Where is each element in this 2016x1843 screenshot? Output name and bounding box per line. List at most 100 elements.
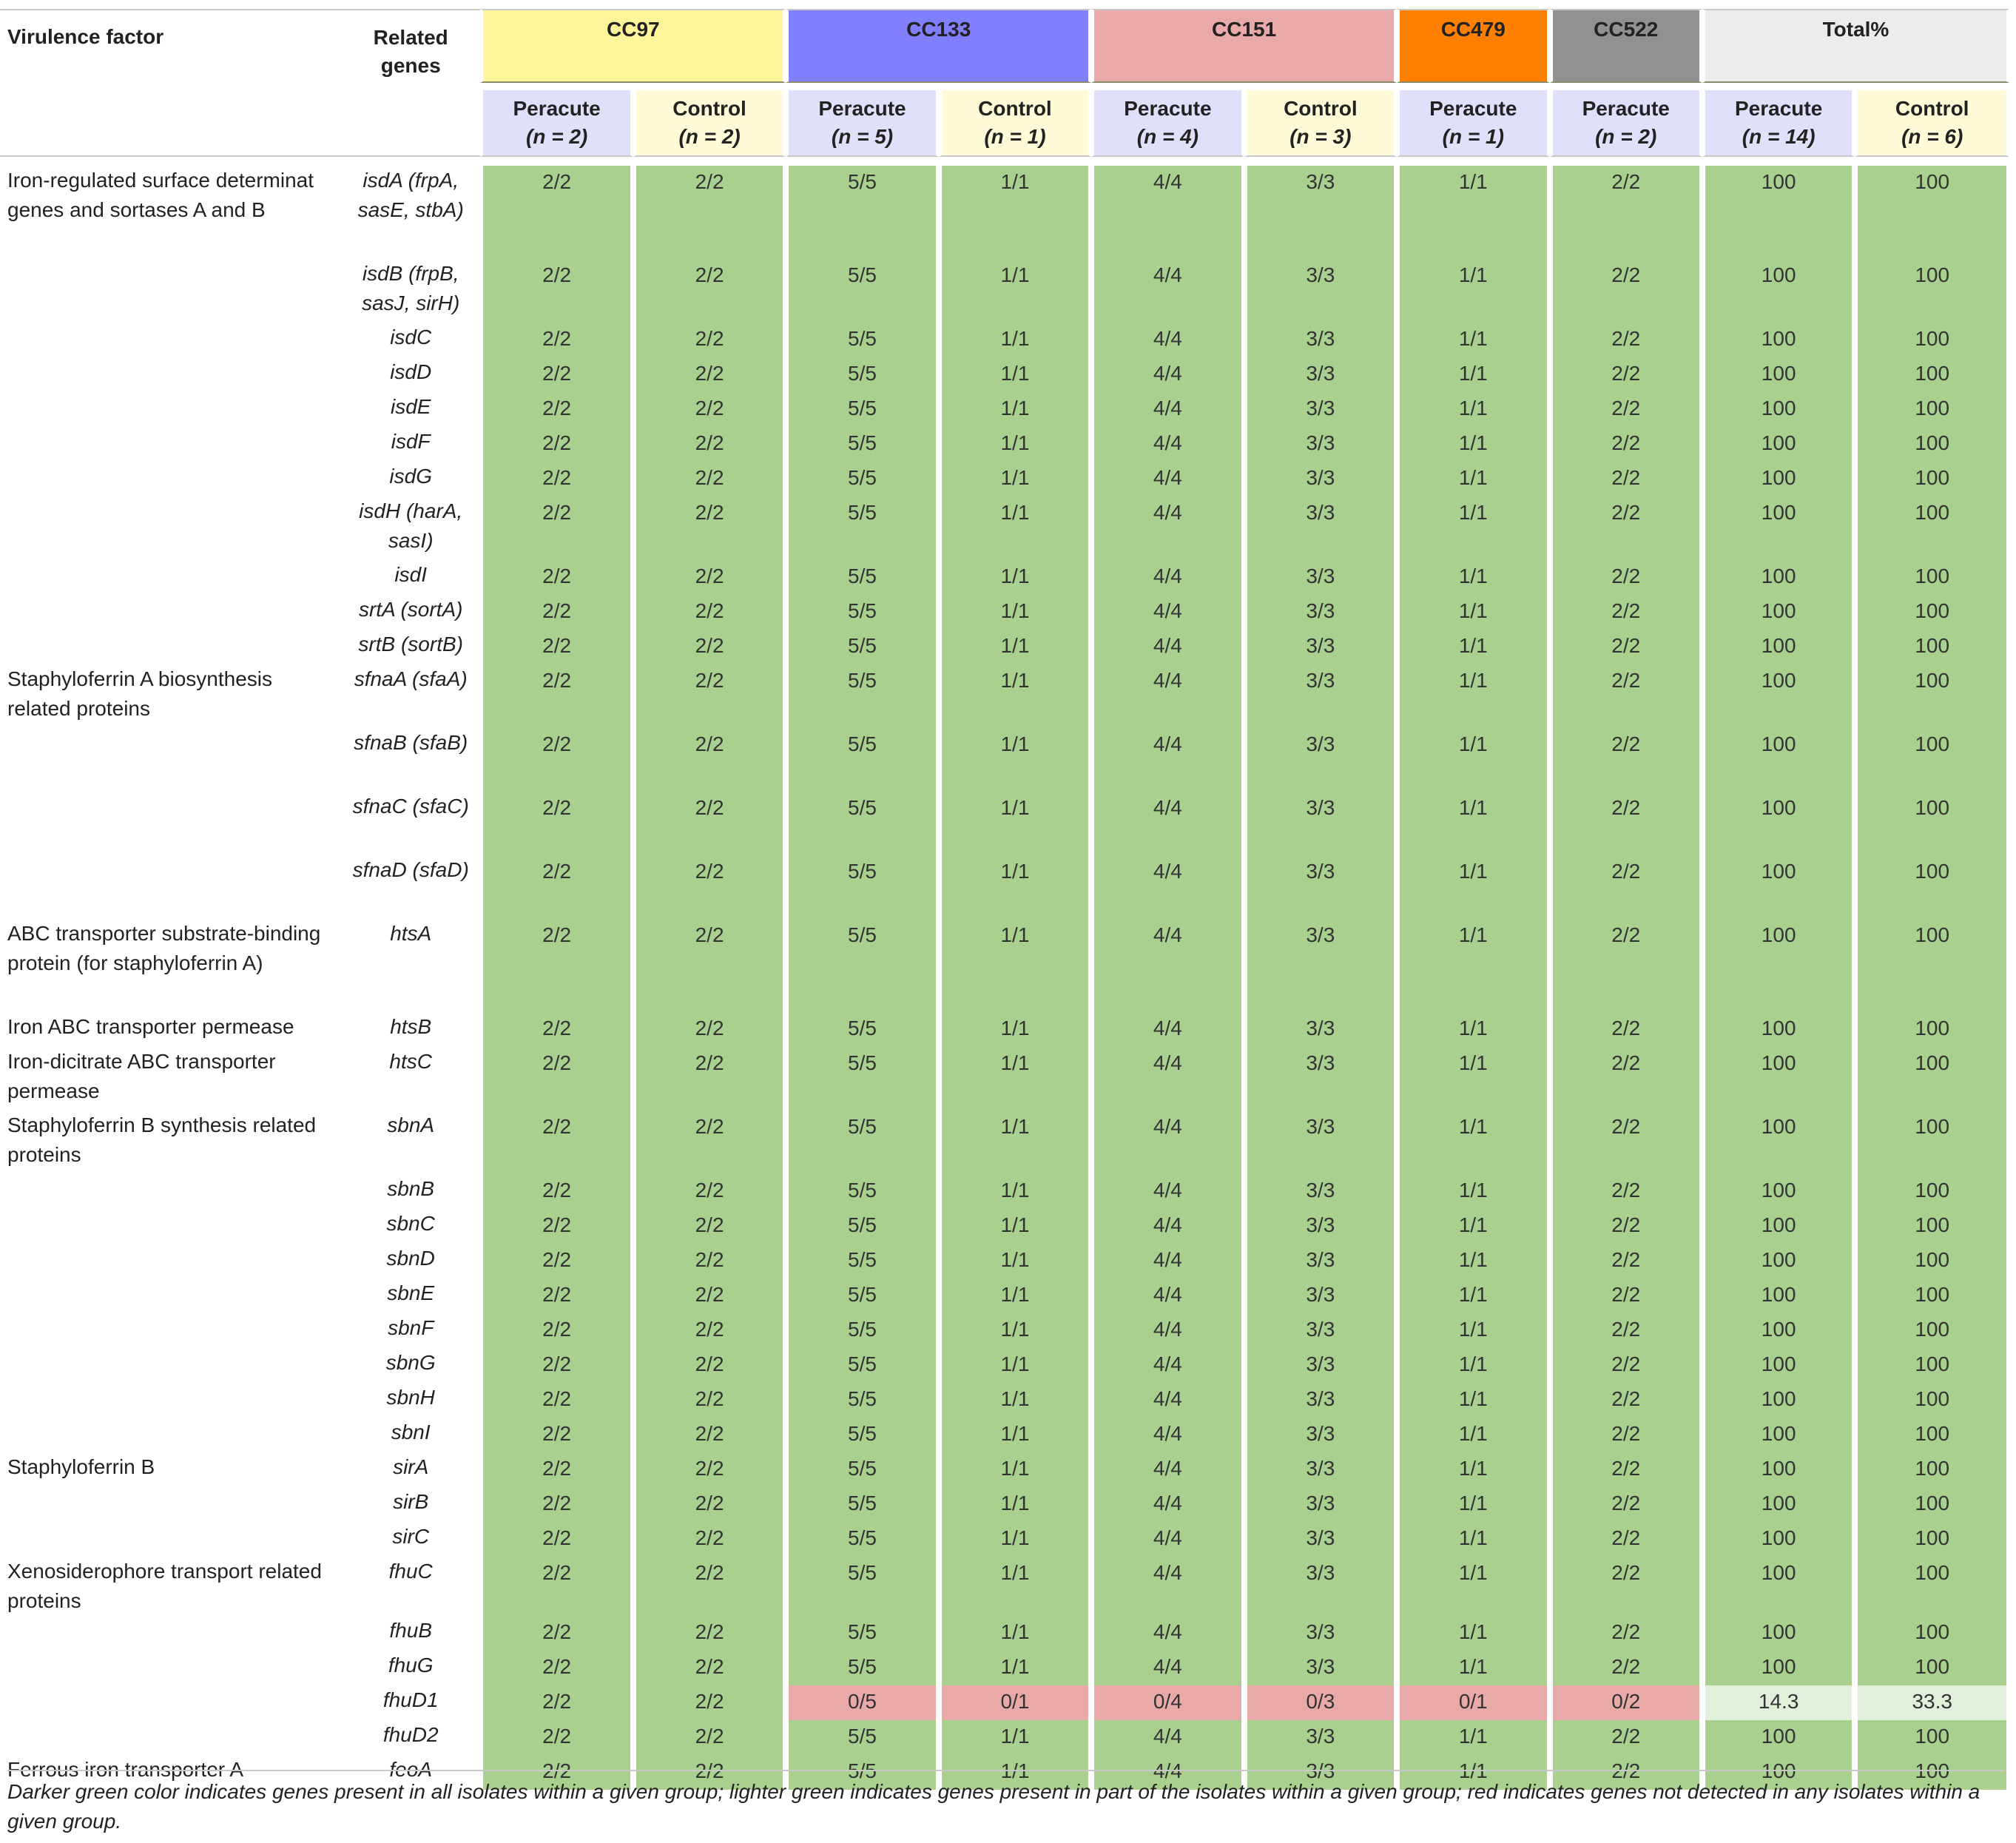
subgroup-header: Peracute (n = 14) (1702, 83, 1855, 157)
value-cell: 1/1 (1397, 728, 1550, 792)
value-cell: 1/1 (938, 1174, 1092, 1209)
value-cell: 2/2 (480, 427, 633, 462)
gene-cell: sbnC (386, 1212, 435, 1235)
value-cell: 100 (1855, 1616, 2009, 1651)
value-cell: 1/1 (938, 595, 1092, 630)
value-cell: 100 (1855, 1720, 2009, 1755)
value-cell: 1/1 (938, 1278, 1092, 1313)
value-cell: 2/2 (633, 1720, 786, 1755)
value-cell: 2/2 (480, 1616, 633, 1651)
table-row: srtB (sortB) 2/2 2/2 5/5 1/1 4/4 3/3 1/1 2/2 100 1… (0, 630, 2009, 664)
value-cell: 4/4 (1091, 1487, 1244, 1522)
value-cell: 5/5 (786, 630, 939, 664)
value-cell: 4/4 (1091, 1348, 1244, 1383)
value-cell: 4/4 (1091, 664, 1244, 728)
subgroup-header: Control (n = 3) (1244, 83, 1398, 157)
value-cell: 2/2 (480, 1348, 633, 1383)
value-cell: 2/2 (633, 1487, 786, 1522)
value-cell: 5/5 (786, 1452, 939, 1487)
value-cell: 1/1 (938, 323, 1092, 357)
value-cell: 2/2 (1549, 323, 1702, 357)
value-cell: 1/1 (938, 1111, 1092, 1174)
value-cell: 4/4 (1091, 357, 1244, 392)
value-cell: 3/3 (1244, 392, 1398, 427)
value-cell: 3/3 (1244, 1557, 1398, 1616)
value-cell: 2/2 (1549, 855, 1702, 919)
subgroup-type: Peracute (818, 97, 906, 120)
value-cell: 1/1 (938, 1616, 1092, 1651)
value-cell: 2/2 (633, 1047, 786, 1111)
value-cell: 1/1 (1397, 427, 1550, 462)
value-cell: 4/4 (1091, 427, 1244, 462)
value-cell: 5/5 (786, 560, 939, 595)
value-cell: 4/4 (1091, 1720, 1244, 1755)
group-header-total: Total% (1702, 9, 2009, 83)
table-row: isdD 2/2 2/2 5/5 1/1 4/4 3/3 1/1 2/2 100 100 (0, 357, 2009, 392)
value-cell: 2/2 (1549, 1111, 1702, 1174)
value-cell: 4/4 (1091, 1174, 1244, 1209)
value-cell: 1/1 (1397, 630, 1550, 664)
value-cell: 100 (1855, 427, 2009, 462)
value-cell: 5/5 (786, 1522, 939, 1557)
value-cell: 1/1 (938, 728, 1092, 792)
value-cell: 1/1 (1397, 259, 1550, 323)
value-cell: 3/3 (1244, 1313, 1398, 1348)
subgroup-count: (n = 14) (1742, 125, 1816, 148)
value-cell: 2/2 (633, 1111, 786, 1174)
group-header-cc97: CC97 (480, 9, 786, 83)
gene-cell: sfnaB (sfaB) (354, 731, 468, 754)
value-cell: 2/2 (633, 496, 786, 560)
value-cell: 2/2 (1549, 919, 1702, 1012)
value-cell: 2/2 (480, 1557, 633, 1616)
virulence-factor-cell (0, 1348, 341, 1383)
value-cell: 100 (1702, 1383, 1855, 1418)
value-cell: 100 (1855, 792, 2009, 855)
value-cell: 100 (1702, 1522, 1855, 1557)
value-cell: 100 (1855, 1047, 2009, 1111)
value-cell: 1/1 (1397, 919, 1550, 1012)
value-cell: 2/2 (1549, 595, 1702, 630)
value-cell: 2/2 (633, 1174, 786, 1209)
value-cell: 100 (1702, 792, 1855, 855)
gene-cell: srtA (sortA) (358, 598, 463, 621)
value-cell: 3/3 (1244, 357, 1398, 392)
value-cell: 100 (1855, 1012, 2009, 1047)
virulence-factor-cell (0, 462, 341, 496)
value-cell: 100 (1702, 427, 1855, 462)
value-cell: 1/1 (938, 1418, 1092, 1452)
value-cell: 2/2 (480, 1383, 633, 1418)
gene-cell: isdF (391, 430, 431, 453)
table-page: Virulence factor Related genes CC97 CC133… (0, 0, 2016, 1843)
value-cell: 1/1 (938, 357, 1092, 392)
virulence-factor-cell (0, 1651, 341, 1685)
value-cell: 2/2 (633, 1383, 786, 1418)
value-cell: 4/4 (1091, 1418, 1244, 1452)
value-cell: 5/5 (786, 1348, 939, 1383)
value-cell: 100 (1702, 1720, 1855, 1755)
value-cell: 4/4 (1091, 728, 1244, 792)
value-cell: 100 (1855, 919, 2009, 1012)
value-cell: 3/3 (1244, 595, 1398, 630)
value-cell: 3/3 (1244, 259, 1398, 323)
subgroup-count: (n = 2) (678, 125, 741, 148)
virulence-factor-cell (0, 1487, 341, 1522)
table-row: isdG 2/2 2/2 5/5 1/1 4/4 3/3 1/1 2/2 100 100 (0, 462, 2009, 496)
value-cell: 1/1 (1397, 357, 1550, 392)
value-cell: 2/2 (633, 1685, 786, 1720)
value-cell: 4/4 (1091, 462, 1244, 496)
table-row: sbnG 2/2 2/2 5/5 1/1 4/4 3/3 1/1 2/2 100 100 (0, 1348, 2009, 1383)
value-cell: 33.3 (1855, 1685, 2009, 1720)
value-cell: 2/2 (1549, 1209, 1702, 1244)
value-cell: 100 (1702, 630, 1855, 664)
table-row: ABC transporter substrate-binding protei… (0, 919, 2009, 1012)
value-cell: 100 (1702, 1111, 1855, 1174)
virulence-factor-cell (0, 1244, 341, 1278)
value-cell: 2/2 (1549, 630, 1702, 664)
table-row: Iron-regulated surface determinat genes … (0, 166, 2009, 259)
value-cell: 3/3 (1244, 1244, 1398, 1278)
value-cell: 2/2 (633, 427, 786, 462)
value-cell: 0/4 (1091, 1685, 1244, 1720)
value-cell: 2/2 (1549, 728, 1702, 792)
value-cell: 2/2 (1549, 462, 1702, 496)
value-cell: 100 (1702, 1209, 1855, 1244)
